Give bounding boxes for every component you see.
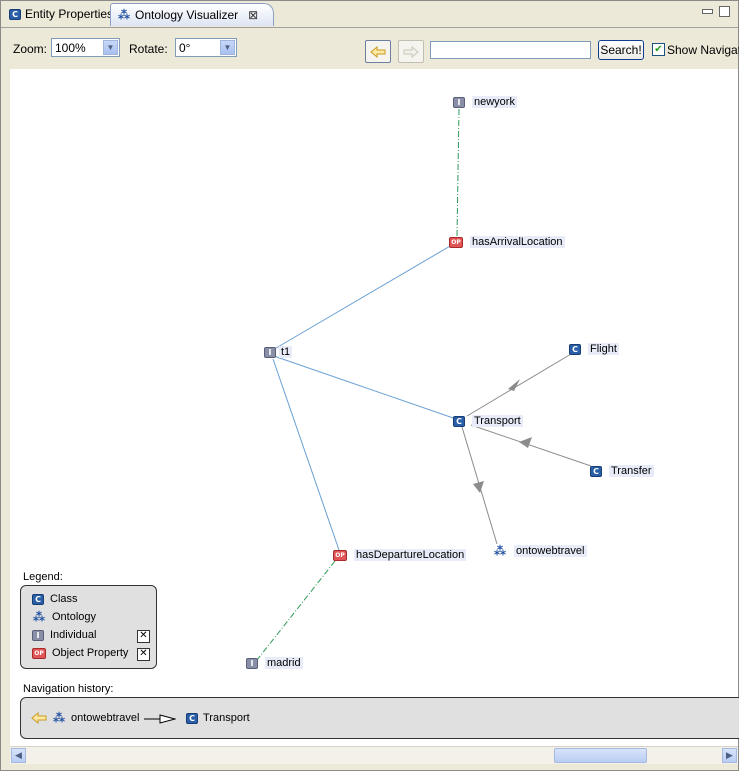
node-t1[interactable]: I t1 (264, 346, 293, 358)
toolbar: Zoom: 100% ▼ Rotate: 0° ▼ Search! ✔ Show… (1, 28, 739, 68)
maximize-icon[interactable] (719, 6, 730, 17)
class-icon: C (186, 712, 198, 724)
node-label: newyork (472, 96, 517, 108)
arrow-transfer-transport (519, 437, 532, 448)
object-property-icon: OP (449, 236, 463, 248)
legend-label: Individual (50, 629, 97, 641)
individual-icon: I (264, 346, 276, 358)
node-label: Flight (588, 343, 619, 355)
ontology-icon: ⁂ (117, 8, 131, 22)
minimize-icon[interactable] (702, 9, 713, 14)
edge-t1-hasArrivalLocation (270, 241, 458, 352)
tab-label: Ontology Visualizer (135, 8, 239, 22)
legend-item-ontology: ⁂ Ontology (32, 610, 97, 624)
forward-button[interactable] (398, 40, 424, 63)
ontology-visualizer-view: C Entity Properties ⁂ Ontology Visualize… (0, 0, 739, 771)
ontology-icon: ⁂ (52, 711, 66, 725)
ontology-icon: ⁂ (32, 610, 46, 624)
individual-icon: I (246, 657, 258, 669)
node-flight[interactable]: C Flight (569, 343, 619, 355)
history-item-transport[interactable]: C Transport (186, 712, 250, 724)
legend-panel: C Class ⁂ Ontology I Individual ✕ OP Obj… (20, 585, 157, 669)
back-button[interactable] (365, 40, 391, 63)
scroll-left-icon[interactable]: ◀ (11, 748, 26, 763)
edge-t1-transport (270, 354, 460, 421)
legend-label: Class (50, 593, 78, 605)
legend-title: Legend: (23, 571, 63, 583)
horizontal-scrollbar[interactable]: ◀ ▶ (10, 746, 738, 764)
history-label: ontowebtravel (71, 712, 140, 724)
legend-item-individual: I Individual (32, 629, 96, 641)
object-property-icon: OP (32, 647, 46, 659)
edge-transfer-transport (470, 424, 592, 467)
individual-icon: I (32, 629, 44, 641)
tab-entity-properties[interactable]: C Entity Properties (3, 3, 119, 25)
node-label: ontowebtravel (514, 545, 587, 557)
edge-t1-hasDepartureLocation (272, 358, 340, 551)
node-ontowebtravel[interactable]: ⁂ ontowebtravel (493, 544, 587, 558)
scroll-right-icon[interactable]: ▶ (722, 748, 737, 763)
show-navigation-checkbox[interactable]: ✔ (652, 43, 665, 56)
node-madrid[interactable]: I madrid (246, 657, 303, 669)
class-icon: C (569, 343, 581, 355)
node-label: hasDepartureLocation (354, 549, 467, 561)
class-icon: C (590, 465, 602, 477)
chevron-down-icon[interactable]: ▼ (103, 40, 118, 55)
class-icon: C (32, 593, 44, 605)
node-transfer[interactable]: C Transfer (590, 465, 654, 477)
legend-item-object-property: OP Object Property (32, 647, 128, 659)
ontology-icon: ⁂ (493, 544, 507, 558)
legend-label: Ontology (52, 611, 97, 623)
node-label: t1 (279, 346, 293, 358)
navigation-history-panel: ⁂ ontowebtravel C Transport (20, 697, 739, 739)
rotate-select[interactable]: 0° ▼ (175, 38, 237, 57)
history-title: Navigation history: (23, 683, 114, 695)
rotate-value: 0° (179, 41, 191, 55)
tab-label: Entity Properties (25, 7, 114, 21)
object-property-icon: OP (333, 549, 347, 561)
node-label: hasArrivalLocation (470, 236, 565, 248)
zoom-value: 100% (55, 41, 86, 55)
history-label: Transport (203, 712, 250, 724)
chevron-down-icon[interactable]: ▼ (220, 40, 235, 55)
back-arrow-icon (370, 45, 386, 58)
search-input[interactable] (430, 41, 591, 59)
edge-flight-transport (466, 353, 572, 417)
node-transport[interactable]: C Transport (453, 415, 523, 427)
node-hasArrivalLocation[interactable]: OP hasArrivalLocation (449, 236, 565, 248)
close-icon[interactable]: ⊠ (248, 8, 258, 22)
window-controls (702, 6, 730, 17)
forward-arrow-icon (403, 45, 419, 58)
search-button[interactable]: Search! (598, 40, 644, 60)
node-label: Transfer (609, 465, 654, 477)
legend-label: Object Property (52, 647, 129, 659)
node-hasDepartureLocation[interactable]: OP hasDepartureLocation (333, 549, 467, 561)
rotate-label: Rotate: (129, 42, 168, 56)
legend-item-class: C Class (32, 593, 78, 605)
scroll-thumb[interactable] (554, 748, 647, 763)
toggle-object-property-checkbox[interactable]: ✕ (137, 648, 150, 661)
edge-hasDepartureLocation-madrid (256, 560, 336, 661)
back-arrow-icon[interactable] (31, 712, 47, 724)
show-navigation-label: Show Navigatio (667, 43, 739, 57)
arrow-transport-ontowebtravel (473, 481, 484, 493)
node-label: Transport (472, 415, 523, 427)
zoom-select[interactable]: 100% ▼ (51, 38, 120, 57)
class-icon: C (9, 8, 21, 20)
zoom-label: Zoom: (13, 42, 48, 56)
node-label: madrid (265, 657, 303, 669)
node-newyork[interactable]: I newyork (453, 96, 517, 108)
individual-icon: I (453, 96, 465, 108)
tab-bar: C Entity Properties ⁂ Ontology Visualize… (1, 1, 738, 28)
toggle-individual-checkbox[interactable]: ✕ (137, 630, 150, 643)
history-arrow-icon (144, 714, 176, 724)
class-icon: C (453, 415, 465, 427)
history-item-ontowebtravel[interactable]: ⁂ ontowebtravel (52, 711, 140, 725)
tab-ontology-visualizer[interactable]: ⁂ Ontology Visualizer ⊠ (110, 3, 274, 26)
edge-hasArrivalLocation-newyork (456, 108, 460, 237)
